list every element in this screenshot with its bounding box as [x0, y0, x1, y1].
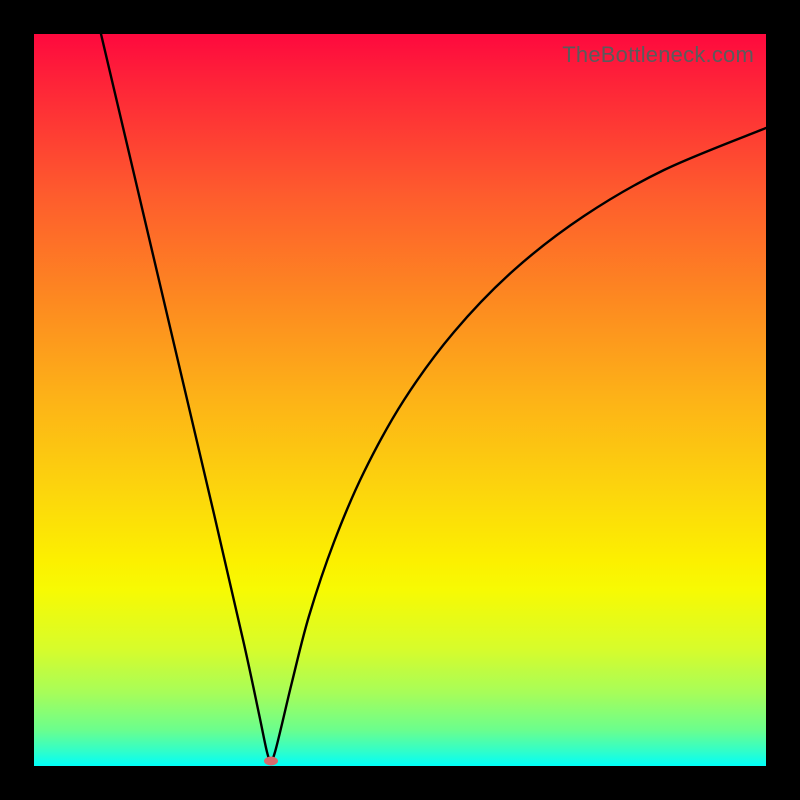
chart-frame: TheBottleneck.com: [0, 0, 800, 800]
plot-area: TheBottleneck.com: [34, 34, 766, 766]
minimum-marker: [264, 757, 278, 766]
bottleneck-curve: [34, 34, 766, 766]
